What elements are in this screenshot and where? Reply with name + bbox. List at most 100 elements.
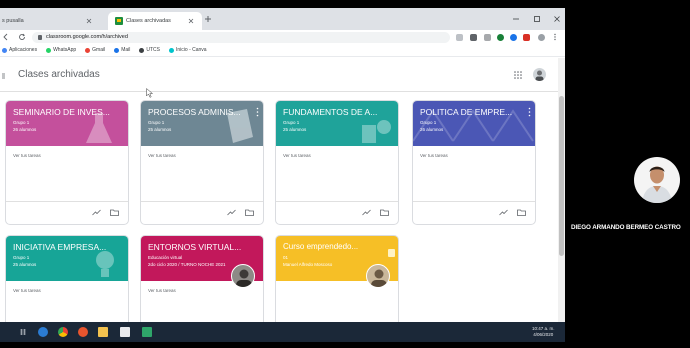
card-header[interactable]: PROCESOS ADMINIS... Grupo 1 25 alumnos [141, 101, 263, 146]
card-body-text[interactable]: Ver tus tareas [148, 288, 176, 293]
close-window-icon[interactable] [553, 15, 561, 23]
card-section: Grupo 1 [13, 255, 30, 260]
page-scrollbar[interactable] [558, 58, 565, 328]
apps-icon [2, 47, 7, 53]
back-arrow-icon[interactable] [2, 33, 10, 41]
card-section: Grupo 1 [420, 120, 437, 125]
extension-icon[interactable] [510, 33, 517, 41]
person-icon [535, 70, 544, 81]
scrollbar-thumb[interactable] [559, 96, 564, 256]
card-body-text[interactable]: Ver tus tareas [13, 153, 41, 158]
task-view-icon[interactable] [18, 327, 28, 337]
edge-icon[interactable] [38, 327, 48, 337]
card-section: 01 [283, 255, 289, 260]
extension-icon[interactable] [497, 33, 504, 41]
url-text: classroom.google.com/h/archived [46, 33, 128, 40]
trending-icon[interactable] [227, 209, 236, 216]
profile-icon[interactable] [538, 33, 545, 41]
close-icon[interactable] [86, 18, 92, 24]
class-card[interactable]: PROCESOS ADMINIS... Grupo 1 25 alumnos V… [140, 100, 264, 225]
windows-taskbar: 10:47 a. m. 4/06/2020 [0, 322, 565, 342]
canva-icon [169, 47, 175, 53]
trending-icon[interactable] [499, 209, 508, 216]
tab-previous[interactable]: s pusalla [0, 12, 100, 30]
class-card[interactable]: Curso emprendedo... 01 Manuel Alfredo Mo… [275, 235, 399, 335]
card-section: Grupo 1 [13, 120, 30, 125]
extension-icon[interactable] [484, 33, 491, 41]
app-icon[interactable] [142, 327, 152, 337]
main-menu-icon[interactable] [2, 73, 5, 79]
extension-icon[interactable] [523, 33, 530, 41]
trending-icon[interactable] [362, 209, 371, 216]
lock-icon [38, 34, 42, 40]
gmail-icon [85, 47, 91, 53]
tab-label: s pusalla [2, 18, 24, 24]
card-title[interactable]: INICIATIVA EMPRESA... [13, 242, 106, 252]
bookmark-label: Aplicaciones [9, 47, 38, 53]
bookmark-canva[interactable]: Inicio - Canva [169, 47, 207, 53]
card-title[interactable]: SEMINARIO DE INVES... [13, 107, 110, 117]
account-avatar[interactable] [533, 68, 546, 81]
maximize-icon[interactable] [533, 15, 541, 23]
star-icon[interactable] [456, 33, 463, 41]
card-body-text[interactable]: Ver tus tareas [148, 153, 176, 158]
card-title[interactable]: POLITICA DE EMPRE... [420, 107, 512, 117]
bookmark-mail[interactable]: Mail [114, 47, 130, 53]
bookmark-gmail[interactable]: Gmail [85, 47, 105, 53]
folder-icon[interactable] [110, 209, 119, 216]
google-apps-icon[interactable] [514, 71, 522, 79]
chrome-icon[interactable] [58, 327, 68, 337]
person-photo-icon [371, 269, 387, 287]
mail-icon [114, 47, 120, 53]
tab-clases-archivadas[interactable]: Clases archivadas [108, 12, 202, 30]
participant-avatar[interactable] [633, 156, 681, 204]
more-vert-icon[interactable] [528, 107, 531, 117]
system-clock[interactable]: 10:47 a. m. 4/06/2020 [532, 326, 555, 338]
browser-toolbar: classroom.google.com/h/archived [0, 30, 565, 44]
bookmark-aplicaciones[interactable]: Aplicaciones [2, 47, 37, 53]
card-title[interactable]: FUNDAMENTOS DE A... [283, 107, 377, 117]
class-card[interactable]: SEMINARIO DE INVES... Grupo 1 26 alumnos… [5, 100, 129, 225]
folder-icon[interactable] [517, 209, 526, 216]
shapes-illustration [362, 120, 391, 143]
bookmark-whatsapp[interactable]: WhatsApp [46, 47, 76, 53]
more-vert-icon[interactable] [553, 33, 557, 41]
card-header[interactable]: SEMINARIO DE INVES... Grupo 1 26 alumnos [6, 101, 128, 146]
card-header[interactable]: INICIATIVA EMPRESA... Grupo 1 25 alumnos [6, 236, 128, 281]
bookmark-utcs[interactable]: UTCS [139, 47, 160, 53]
class-card[interactable]: FUNDAMENTOS DE A... Grupo 1 25 alumnos V… [275, 100, 399, 225]
card-title[interactable]: ENTORNOS VIRTUAL... [148, 242, 241, 252]
class-card[interactable]: ENTORNOS VIRTUAL... Educación virtual 2d… [140, 235, 264, 335]
reload-icon[interactable] [18, 33, 26, 41]
mouse-cursor-icon [146, 88, 153, 98]
card-students: 2do ciclo 2020 / TURNO NOCHE 2021 [148, 262, 226, 267]
card-body-text[interactable]: Ver tus tareas [13, 288, 41, 293]
trending-icon[interactable] [92, 209, 101, 216]
class-card[interactable]: INICIATIVA EMPRESA... Grupo 1 25 alumnos… [5, 235, 129, 335]
minimize-icon[interactable] [512, 15, 520, 23]
card-title[interactable]: PROCESOS ADMINIS... [148, 107, 241, 117]
card-header[interactable]: FUNDAMENTOS DE A... Grupo 1 25 alumnos [276, 101, 398, 146]
folder-icon[interactable] [380, 209, 389, 216]
card-header[interactable]: POLITICA DE EMPRE... Grupo 1 26 alumnos [413, 101, 535, 146]
more-vert-icon[interactable] [256, 107, 259, 117]
notebook-icon [388, 249, 395, 257]
card-footer [6, 201, 128, 224]
class-card[interactable]: POLITICA DE EMPRE... Grupo 1 26 alumnos … [412, 100, 536, 225]
classroom-header: Clases archivadas [0, 58, 558, 92]
new-tab-icon[interactable] [204, 15, 212, 23]
card-students: 25 alumnos [148, 127, 172, 132]
tab-bar: s pusalla Clases archivadas [0, 8, 565, 30]
tab-label: Clases archivadas [126, 18, 171, 24]
extension-icon[interactable] [470, 33, 477, 41]
folder-icon[interactable] [245, 209, 254, 216]
bookmark-label: WhatsApp [53, 47, 77, 53]
app-icon[interactable] [78, 327, 88, 337]
app-icon[interactable] [120, 327, 130, 337]
close-icon[interactable] [188, 18, 194, 24]
card-body-text[interactable]: Ver tus tareas [420, 153, 448, 158]
card-title[interactable]: Curso emprendedo... [283, 242, 358, 251]
card-body-text[interactable]: Ver tus tareas [283, 153, 311, 158]
address-bar[interactable]: classroom.google.com/h/archived [32, 31, 450, 43]
file-explorer-icon[interactable] [98, 327, 108, 337]
